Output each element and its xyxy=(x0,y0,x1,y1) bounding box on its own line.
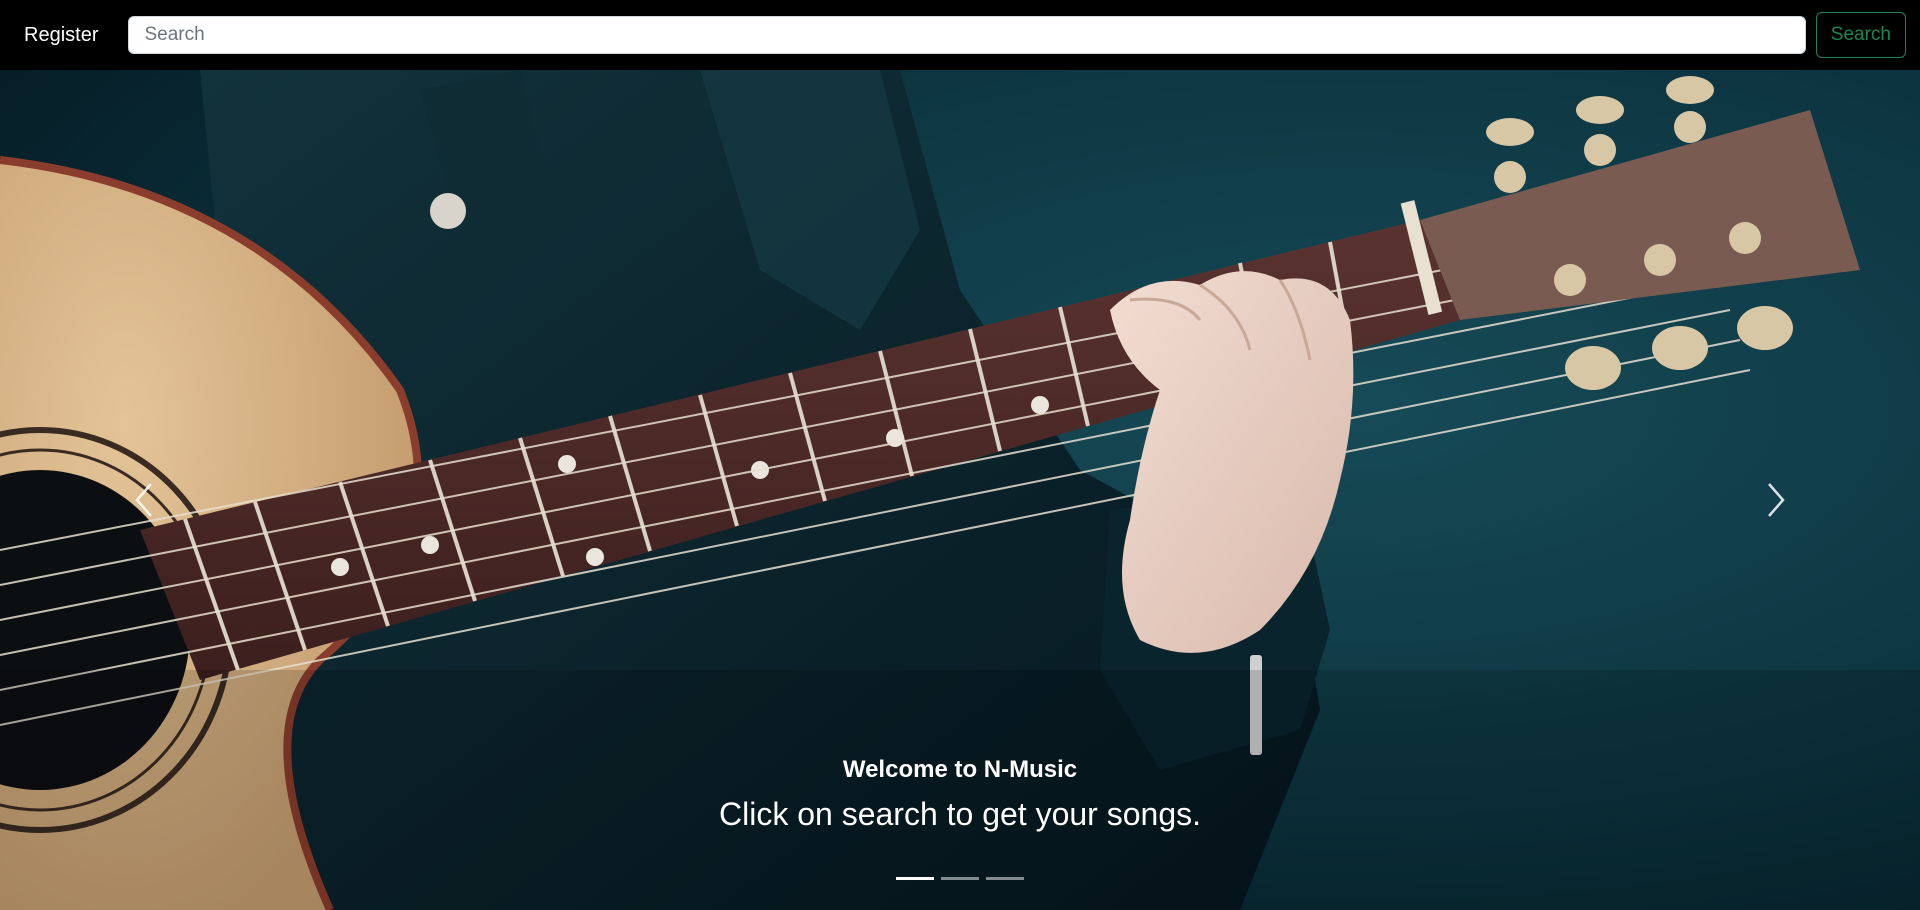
hero-carousel: Welcome to N-Music Click on search to ge… xyxy=(0,70,1920,910)
search-button[interactable]: Search xyxy=(1815,12,1906,58)
carousel-caption: Welcome to N-Music Click on search to ge… xyxy=(0,756,1920,833)
chevron-left-icon xyxy=(135,483,152,517)
carousel-indicators xyxy=(0,877,1920,880)
carousel-prev-button[interactable] xyxy=(125,470,165,530)
carousel-indicator-3[interactable] xyxy=(986,877,1024,880)
chevron-right-icon xyxy=(1768,483,1785,517)
caption-text: Click on search to get your songs. xyxy=(718,796,1201,832)
register-link[interactable]: Register xyxy=(24,24,98,47)
carousel-next-button[interactable] xyxy=(1755,470,1795,530)
caption-title: Welcome to N-Music xyxy=(842,756,1078,783)
carousel-indicator-2[interactable] xyxy=(941,877,979,880)
carousel-indicator-1[interactable] xyxy=(896,877,934,880)
search-input[interactable] xyxy=(128,16,1806,54)
top-navbar: Register Search xyxy=(0,0,1920,70)
